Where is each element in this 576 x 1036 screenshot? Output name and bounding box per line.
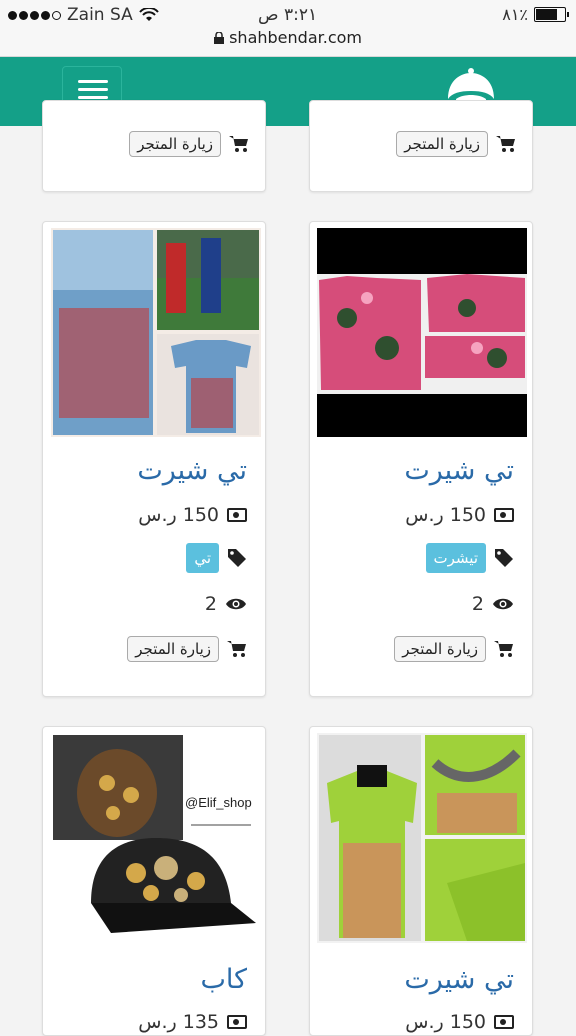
visit-store-button[interactable]: زيارة المتجر (129, 131, 221, 157)
tag-badge[interactable]: تي (186, 543, 219, 573)
product-card: @Elif_shop كاب 135 ر.س (42, 726, 266, 1036)
product-image[interactable] (51, 228, 261, 437)
battery-icon (534, 7, 569, 22)
cart-icon (229, 136, 248, 152)
battery-status: ٨١٪ (502, 5, 569, 24)
money-icon (227, 508, 247, 522)
tag-badge[interactable]: تيشرت (425, 543, 486, 573)
visit-row: زيارة المتجر (127, 636, 247, 662)
price-row: 150 ر.س (405, 504, 514, 526)
views-row: 2 (205, 593, 247, 615)
views-row: 2 (472, 593, 514, 615)
tag-row: تي (186, 543, 247, 573)
money-icon (227, 1015, 247, 1029)
price: 150 ر.س (138, 504, 219, 526)
url-text: shahbendar.com (229, 28, 362, 47)
carrier-signal: Zain SA (8, 5, 159, 25)
product-card: زيارة المتجر (42, 100, 266, 192)
product-image[interactable] (317, 733, 527, 943)
product-title[interactable]: كاب (201, 964, 248, 995)
visit-store-button[interactable]: زيارة المتجر (127, 636, 219, 662)
product-title[interactable]: تي شيرت (404, 964, 514, 995)
status-bar: Zain SA ٣:٢١ ص ٨١٪ shahbendar.com (0, 0, 576, 57)
hamburger-icon-line (78, 96, 108, 99)
cart-icon (227, 641, 246, 657)
battery-percent: ٨١٪ (502, 5, 528, 24)
tag-icon (495, 549, 513, 567)
address-bar[interactable]: shahbendar.com (0, 28, 576, 47)
money-icon (494, 1015, 514, 1029)
eye-icon (493, 598, 513, 610)
product-card: تي شيرت 150 ر.س تيشرت 2 زيارة المتجر (309, 221, 533, 697)
price: 135 ر.س (138, 1011, 219, 1033)
visit-store-button[interactable]: زيارة المتجر (394, 636, 486, 662)
product-title[interactable]: تي شيرت (137, 455, 247, 486)
product-image[interactable] (317, 228, 527, 437)
carrier-name: Zain SA (67, 5, 133, 25)
cart-icon (496, 136, 515, 152)
signal-dots-icon (8, 10, 61, 20)
product-card: تي شيرت 150 ر.س تي 2 زيارة المتجر (42, 221, 266, 697)
price-row: 135 ر.س (138, 1011, 247, 1033)
clock: ٣:٢١ ص (258, 5, 318, 25)
lock-icon (214, 31, 224, 44)
price-row: 150 ر.س (138, 504, 247, 526)
price: 150 ر.س (405, 504, 486, 526)
visit-store-button[interactable]: زيارة المتجر (396, 131, 488, 157)
eye-icon (226, 598, 246, 610)
tag-icon (228, 549, 246, 567)
view-count: 2 (471, 593, 484, 615)
view-count: 2 (204, 593, 217, 615)
cart-icon (494, 641, 513, 657)
product-card: زيارة المتجر (309, 100, 533, 192)
hamburger-icon-line (78, 88, 108, 91)
visit-row: زيارة المتجر (394, 636, 514, 662)
price-row: 150 ر.س (405, 1011, 514, 1033)
tag-row: تيشرت (425, 543, 514, 573)
hamburger-icon (78, 80, 108, 83)
money-icon (494, 508, 514, 522)
product-title[interactable]: تي شيرت (404, 455, 514, 486)
price: 150 ر.س (405, 1011, 486, 1033)
wifi-icon (138, 8, 159, 21)
product-card: تي شيرت 150 ر.س (309, 726, 533, 1036)
shop-watermark: @Elif_shop (185, 795, 252, 810)
product-image[interactable]: @Elif_shop (51, 733, 261, 943)
